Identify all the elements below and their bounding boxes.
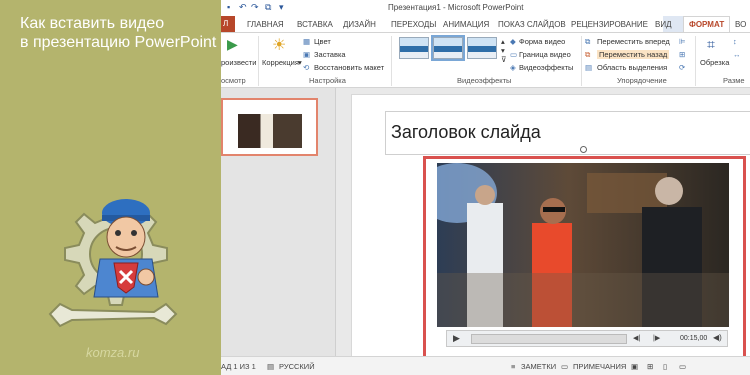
video-style-thumb-2[interactable] bbox=[431, 35, 465, 61]
selection-pane-button[interactable]: Область выделения bbox=[597, 63, 667, 72]
ribbon-tabs: ГЛАВНАЯ ВСТАВКА ДИЗАЙН ПЕРЕХОДЫ АНИМАЦИЯ… bbox=[235, 16, 750, 33]
slide-thumbnail-pane bbox=[221, 88, 336, 356]
tab-animations[interactable]: АНИМАЦИЯ bbox=[443, 20, 489, 29]
normal-view-icon[interactable]: ▣ bbox=[631, 362, 638, 371]
video-border-button[interactable]: Граница видео bbox=[519, 50, 571, 59]
window-title: Презентация1 - Microsoft PowerPoint bbox=[388, 3, 524, 12]
play-icon[interactable]: ▶ bbox=[227, 36, 238, 53]
correction-dropdown-icon[interactable]: ▾ bbox=[298, 58, 302, 67]
video-player-controls: ▶ ◀| |▶ 00:15,00 ◀) bbox=[446, 330, 728, 347]
undo-icon[interactable]: ↶ bbox=[239, 2, 247, 13]
group-icon[interactable]: ⊞ bbox=[679, 50, 685, 59]
thumbnail-video-preview bbox=[238, 114, 302, 148]
skip-back-icon[interactable]: ◀| bbox=[633, 334, 640, 342]
bring-forward-icon: ⧉ bbox=[585, 37, 591, 46]
language-indicator[interactable]: РУССКИЙ bbox=[279, 362, 315, 371]
slide-sorter-view-icon[interactable]: ⊞ bbox=[647, 362, 653, 371]
tab-file[interactable]: Л bbox=[221, 16, 235, 32]
crop-icon[interactable]: ⌗ bbox=[707, 36, 715, 53]
selection-pane-icon: ▤ bbox=[585, 63, 593, 72]
width-icon: ↔ bbox=[733, 50, 741, 59]
send-backward-icon: ⧉ bbox=[585, 50, 591, 59]
notes-button[interactable]: ЗАМЕТКИ bbox=[521, 362, 556, 371]
video-object[interactable]: ▶ ◀| |▶ 00:15,00 ◀) bbox=[423, 156, 746, 366]
tab-design[interactable]: ДИЗАЙН bbox=[343, 20, 376, 29]
crop-button[interactable]: Обрезка bbox=[700, 58, 729, 67]
ribbon-separator bbox=[258, 36, 259, 86]
slide-counter: АД 1 ИЗ 1 bbox=[221, 362, 256, 371]
promo-site: komza.ru bbox=[86, 345, 140, 360]
video-frame-image bbox=[437, 163, 729, 327]
group-label-preview: осмотр bbox=[221, 76, 246, 85]
slideshow-view-icon[interactable]: ▭ bbox=[679, 362, 686, 371]
tab-overflow[interactable]: ВО bbox=[735, 20, 746, 29]
tab-review[interactable]: РЕЦЕНЗИРОВАНИЕ bbox=[571, 20, 648, 29]
tab-home[interactable]: ГЛАВНАЯ bbox=[247, 20, 284, 29]
tab-format[interactable]: ФОРМАТ bbox=[683, 16, 731, 33]
gallery-scroll-down-icon[interactable]: ▾ bbox=[501, 46, 505, 55]
promo-title: Как вставить видео в презентацию PowerPo… bbox=[20, 14, 220, 52]
powerpoint-window: ▪ ↶ ↷ ⧉ ▾ Презентация1 - Microsoft Power… bbox=[221, 0, 750, 375]
correction-button[interactable]: Коррекция bbox=[262, 58, 299, 67]
video-style-thumb-3[interactable] bbox=[467, 37, 497, 59]
ribbon-separator bbox=[581, 36, 582, 86]
reset-design-icon: ⟲ bbox=[303, 63, 310, 72]
color-icon: ▦ bbox=[303, 37, 311, 46]
group-label-adjust: Настройка bbox=[309, 76, 346, 85]
video-style-thumb-1[interactable] bbox=[399, 37, 429, 59]
video-shape-button[interactable]: Форма видео bbox=[519, 37, 565, 46]
video-effects-button[interactable]: Видеоэффекты bbox=[519, 63, 573, 72]
group-label-arrange: Упорядочение bbox=[617, 76, 667, 85]
poster-frame-icon: ▣ bbox=[303, 50, 311, 59]
rotate-handle[interactable] bbox=[580, 146, 587, 153]
group-label-size: Разме bbox=[723, 76, 745, 85]
send-backward-button[interactable]: Переместить назад bbox=[597, 50, 670, 59]
preview-button[interactable]: роизвести bbox=[221, 58, 256, 67]
promo-title-line2: в презентацию PowerPoint bbox=[20, 34, 217, 51]
notes-icon[interactable]: ≡ bbox=[511, 362, 515, 371]
comments-button[interactable]: ПРИМЕЧАНИЯ bbox=[573, 362, 626, 371]
play-icon[interactable]: ▶ bbox=[453, 333, 460, 344]
title-placeholder[interactable]: Заголовок слайда bbox=[385, 111, 750, 155]
rotate-icon[interactable]: ⟳ bbox=[679, 63, 685, 72]
redo-icon[interactable]: ↷ bbox=[251, 2, 259, 13]
mascot-character-icon bbox=[93, 199, 159, 298]
height-icon: ↕ bbox=[733, 37, 737, 46]
gallery-more-icon[interactable]: ⊽ bbox=[501, 55, 507, 64]
save-icon[interactable]: ▪ bbox=[227, 2, 230, 12]
spellcheck-icon[interactable]: ▤ bbox=[267, 362, 274, 371]
skip-forward-icon[interactable]: |▶ bbox=[653, 334, 660, 342]
volume-icon[interactable]: ◀) bbox=[713, 333, 722, 342]
video-border-icon: ▭ bbox=[510, 50, 518, 59]
slide-title[interactable]: Заголовок слайда bbox=[391, 122, 541, 143]
status-bar: АД 1 ИЗ 1 ▤ РУССКИЙ ≡ ЗАМЕТКИ ▭ ПРИМЕЧАН… bbox=[221, 356, 750, 375]
comments-icon[interactable]: ▭ bbox=[561, 362, 568, 371]
tab-insert[interactable]: ВСТАВКА bbox=[297, 20, 333, 29]
video-shape-icon: ◆ bbox=[510, 37, 516, 46]
slide-thumbnail-1[interactable] bbox=[221, 98, 318, 156]
ribbon-separator bbox=[391, 36, 392, 86]
video-effects-icon: ◈ bbox=[510, 63, 516, 72]
poster-frame-button[interactable]: Заставка bbox=[314, 50, 346, 59]
video-time: 00:15,00 bbox=[680, 335, 708, 342]
promo-title-line1: Как вставить видео bbox=[20, 15, 165, 32]
start-icon[interactable]: ⧉ bbox=[265, 2, 271, 13]
video-progress-bar[interactable] bbox=[471, 334, 627, 344]
gallery-scroll-up-icon[interactable]: ▴ bbox=[501, 37, 505, 46]
ribbon: ▶ роизвести осмотр ☀ Коррекция ▾ ▦ Цвет … bbox=[221, 32, 750, 88]
reset-design-button[interactable]: Восстановить макет bbox=[314, 63, 384, 72]
title-bar: ▪ ↶ ↷ ⧉ ▾ Презентация1 - Microsoft Power… bbox=[221, 0, 750, 16]
bring-forward-button[interactable]: Переместить вперед bbox=[597, 37, 670, 46]
group-label-video-styles: Видеоэффекты bbox=[457, 76, 512, 85]
align-icon[interactable]: ⊫ bbox=[679, 37, 686, 46]
customize-toolbar-icon[interactable]: ▾ bbox=[279, 2, 284, 13]
reading-view-icon[interactable]: ▯ bbox=[663, 362, 667, 371]
tab-slideshow[interactable]: ПОКАЗ СЛАЙДОВ bbox=[498, 20, 566, 29]
promo-panel: Как вставить видео в презентацию PowerPo… bbox=[0, 0, 221, 375]
tab-transitions[interactable]: ПЕРЕХОДЫ bbox=[391, 20, 436, 29]
color-button[interactable]: Цвет bbox=[314, 37, 331, 46]
tab-view[interactable]: ВИД bbox=[655, 20, 672, 29]
correction-sun-icon[interactable]: ☀ bbox=[272, 35, 286, 55]
ribbon-separator bbox=[695, 36, 696, 86]
